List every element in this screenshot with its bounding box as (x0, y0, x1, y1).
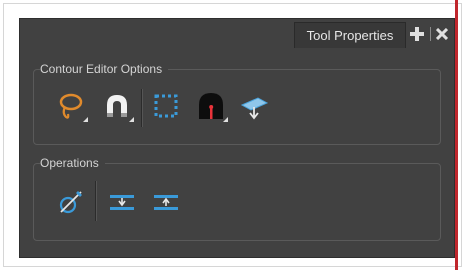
red-margin-line (455, 0, 458, 270)
lasso-icon[interactable] (56, 91, 88, 122)
submenu-indicator (129, 117, 134, 122)
contour-editor-options-group (33, 69, 441, 145)
plus-icon[interactable] (407, 24, 427, 44)
submenu-indicator (83, 117, 88, 122)
pencil-brush-icon[interactable] (56, 187, 86, 217)
submenu-indicator (223, 117, 228, 122)
handles-icon[interactable] (239, 93, 269, 123)
contour-editor-options-title: Contour Editor Options (40, 62, 169, 76)
tab-tool-properties[interactable]: Tool Properties (294, 22, 406, 48)
toolbar-separator (95, 181, 97, 221)
magnet-icon[interactable] (102, 91, 134, 122)
distribute-icon[interactable] (152, 189, 182, 219)
marquee-select-icon[interactable] (151, 91, 181, 121)
toolbar-separator (141, 89, 143, 127)
tab-label: Tool Properties (306, 28, 394, 43)
operations-title: Operations (40, 156, 105, 170)
close-icon[interactable] (432, 24, 452, 44)
tool-properties-panel: Tool Properties Contour Editor Options O… (19, 18, 455, 258)
flatten-icon[interactable] (108, 189, 138, 219)
arch-icon[interactable] (196, 91, 228, 122)
tab-separator (430, 27, 431, 41)
